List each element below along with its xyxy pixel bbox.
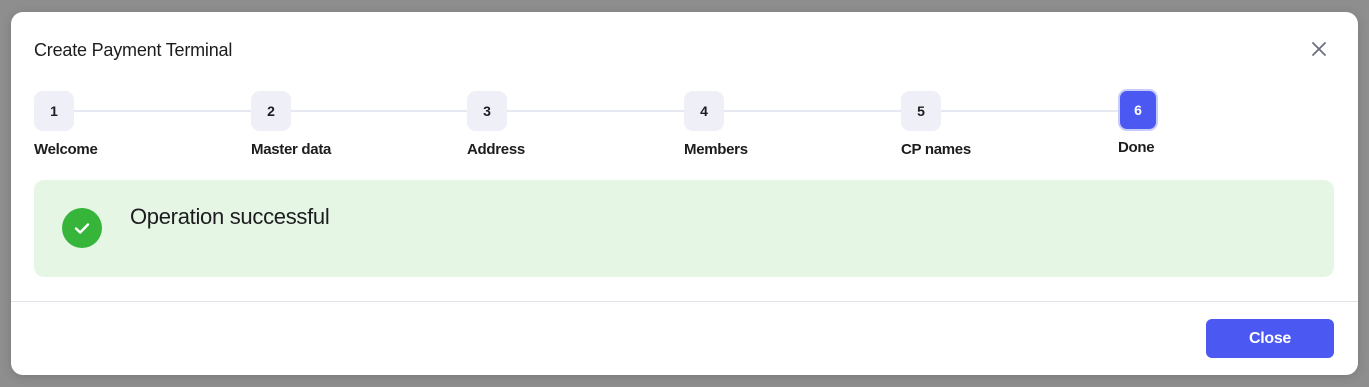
step-master-data[interactable]: 2 Master data [251, 91, 411, 158]
wizard-stepper: 1 Welcome 2 Master data 3 Address 4 Memb… [34, 91, 1334, 171]
step-welcome[interactable]: 1 Welcome [34, 91, 194, 158]
step-done[interactable]: 6 Done [1118, 91, 1278, 156]
step-label: Address [467, 141, 525, 158]
close-icon[interactable] [1310, 40, 1328, 58]
step-label: Master data [251, 141, 332, 158]
step-members[interactable]: 4 Members [684, 91, 844, 158]
step-label: CP names [901, 141, 971, 158]
close-button[interactable]: Close [1206, 319, 1334, 358]
step-label: Welcome [34, 141, 98, 158]
create-payment-terminal-dialog: Create Payment Terminal 1 Welcome 2 Mast… [11, 12, 1358, 375]
step-number: 4 [684, 91, 724, 131]
step-number: 2 [251, 91, 291, 131]
step-number: 1 [34, 91, 74, 131]
step-number: 5 [901, 91, 941, 131]
step-cp-names[interactable]: 5 CP names [901, 91, 1061, 158]
step-number-active: 6 [1120, 91, 1156, 129]
success-alert: Operation successful [34, 180, 1334, 277]
step-number: 3 [467, 91, 507, 131]
footer-divider [11, 301, 1358, 302]
success-message: Operation successful [130, 204, 330, 229]
check-circle-icon [62, 208, 102, 248]
step-address[interactable]: 3 Address [467, 91, 627, 158]
dialog-title: Create Payment Terminal [34, 40, 233, 60]
step-label: Members [684, 141, 748, 158]
step-label: Done [1118, 139, 1155, 156]
